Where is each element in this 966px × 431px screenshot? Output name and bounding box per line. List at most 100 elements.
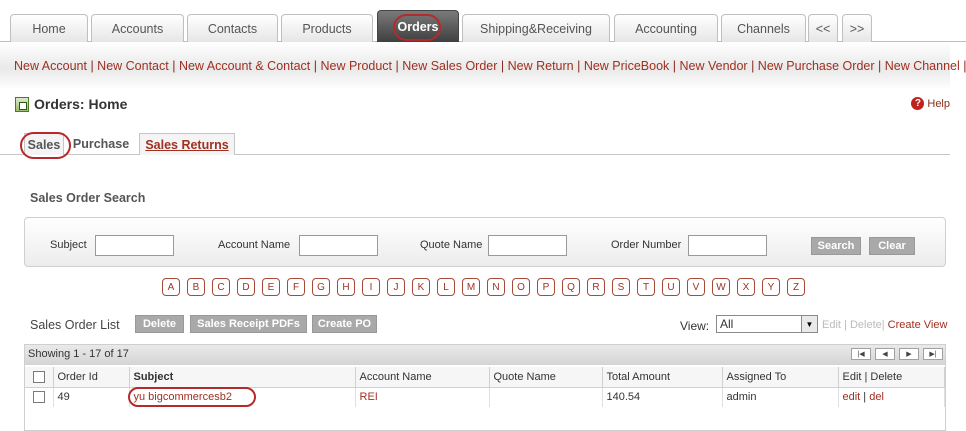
alpha-w[interactable]: W (712, 278, 730, 296)
alpha-a[interactable]: A (162, 278, 180, 296)
alpha-m[interactable]: M (462, 278, 480, 296)
col-assigned-to[interactable]: Assigned To (722, 367, 839, 388)
subtab-purchase[interactable]: Purchase (66, 133, 136, 155)
new-purchase-order-link[interactable]: New Purchase Order (758, 59, 875, 73)
alpha-i[interactable]: I (362, 278, 380, 296)
new-contact-link[interactable]: New Contact (97, 59, 169, 73)
new-vendor-link[interactable]: New Vendor (679, 59, 747, 73)
tab-orders[interactable]: Orders (377, 10, 459, 42)
alpha-y[interactable]: Y (762, 278, 780, 296)
tab-label: Contacts (207, 21, 258, 36)
account-name-input[interactable] (299, 235, 378, 256)
col-account-name[interactable]: Account Name (355, 367, 490, 388)
create-view-link[interactable]: Create View (888, 319, 948, 331)
view-select[interactable]: All ▼ (716, 315, 818, 333)
row-select-cell (25, 387, 54, 407)
tab-products[interactable]: Products (281, 14, 373, 42)
edit-delete-cell: edit | del (838, 387, 945, 407)
row-delete-link[interactable]: del (869, 391, 884, 403)
col-quote-name[interactable]: Quote Name (489, 367, 603, 388)
alpha-t[interactable]: T (637, 278, 655, 296)
clear-button[interactable]: Clear (869, 237, 915, 255)
subtab-sales[interactable]: Sales (24, 133, 64, 155)
alpha-x[interactable]: X (737, 278, 755, 296)
assigned-to-cell: admin (722, 387, 839, 407)
alpha-e[interactable]: E (262, 278, 280, 296)
subtab-label: Purchase (72, 137, 130, 151)
subject-label: Subject (50, 239, 87, 251)
new-account-contact-link[interactable]: New Account & Contact (179, 59, 310, 73)
alpha-l[interactable]: L (437, 278, 455, 296)
alpha-g[interactable]: G (312, 278, 330, 296)
help-link[interactable]: ? Help (911, 97, 950, 110)
quote-name-input[interactable] (488, 235, 567, 256)
tab-scroll-left[interactable]: << (808, 14, 838, 42)
row-checkbox[interactable] (33, 391, 45, 404)
alpha-v[interactable]: V (687, 278, 705, 296)
tab-label: Home (32, 21, 66, 36)
tab-scroll-right[interactable]: >> (842, 14, 872, 42)
select-all-checkbox[interactable] (33, 370, 45, 383)
first-page-icon[interactable]: |◀ (851, 348, 871, 360)
new-channel-link[interactable]: New Channel (885, 59, 960, 73)
quote-name-label: Quote Name (420, 239, 483, 251)
tab-shipping-receiving[interactable]: Shipping&Receiving (462, 14, 610, 42)
order-id-cell: 49 (53, 387, 130, 407)
create-po-button[interactable]: Create PO (312, 315, 377, 333)
alpha-q[interactable]: Q (562, 278, 580, 296)
page-title-text: Orders: Home (34, 96, 128, 112)
search-button[interactable]: Search (811, 237, 861, 255)
alpha-k[interactable]: K (412, 278, 430, 296)
order-number-input[interactable] (688, 235, 767, 256)
tab-channels[interactable]: Channels (721, 14, 806, 42)
alpha-r[interactable]: R (587, 278, 605, 296)
view-label: View: (680, 319, 710, 333)
order-number-label: Order Number (611, 239, 682, 251)
tab-home[interactable]: Home (10, 14, 88, 42)
new-return-link[interactable]: New Return (508, 59, 574, 73)
account-name-label: Account Name (218, 239, 291, 251)
tab-label: Accounts (111, 21, 164, 36)
col-order-id[interactable]: Order Id (53, 367, 130, 388)
alpha-s[interactable]: S (612, 278, 630, 296)
delete-button[interactable]: Delete (135, 315, 184, 333)
col-subject[interactable]: Subject (129, 367, 356, 388)
last-page-icon[interactable]: ▶| (923, 348, 943, 360)
alpha-n[interactable]: N (487, 278, 505, 296)
alpha-c[interactable]: C (212, 278, 230, 296)
tab-accounting[interactable]: Accounting (614, 14, 718, 42)
showing-count: Showing 1 - 17 of 17 (28, 348, 129, 360)
col-total-amount[interactable]: Total Amount (602, 367, 723, 388)
dropdown-arrow-icon: ▼ (801, 316, 817, 332)
alpha-u[interactable]: U (662, 278, 680, 296)
table-header-row: Order Id Subject Account Name Quote Name… (25, 367, 945, 388)
account-link[interactable]: REI (360, 391, 378, 403)
sales-receipt-pdfs-button[interactable]: Sales Receipt PDFs (190, 315, 307, 333)
alpha-z[interactable]: Z (787, 278, 805, 296)
tab-label: Channels (737, 21, 790, 36)
new-pricebook-link[interactable]: New PriceBook (584, 59, 669, 73)
help-label: Help (927, 97, 950, 110)
delete-view-link[interactable]: Delete (850, 319, 882, 331)
prev-page-icon[interactable]: ◀ (875, 348, 895, 360)
edit-view-link[interactable]: Edit (822, 319, 841, 331)
alpha-d[interactable]: D (237, 278, 255, 296)
subtab-sales-returns[interactable]: Sales Returns (139, 133, 235, 155)
tab-label: >> (849, 21, 865, 36)
alpha-j[interactable]: J (387, 278, 405, 296)
new-product-link[interactable]: New Product (320, 59, 392, 73)
subject-input[interactable] (95, 235, 174, 256)
alpha-p[interactable]: P (537, 278, 555, 296)
new-sales-order-link[interactable]: New Sales Order (402, 59, 497, 73)
view-selected-value: All (720, 317, 734, 331)
alpha-b[interactable]: B (187, 278, 205, 296)
alpha-o[interactable]: O (512, 278, 530, 296)
row-edit-link[interactable]: edit (843, 391, 861, 403)
alpha-f[interactable]: F (287, 278, 305, 296)
tab-accounts[interactable]: Accounts (91, 14, 184, 42)
next-page-icon[interactable]: ▶ (899, 348, 919, 360)
tab-contacts[interactable]: Contacts (187, 14, 278, 42)
alpha-h[interactable]: H (337, 278, 355, 296)
new-account-link[interactable]: New Account (14, 59, 87, 73)
view-links: Edit | Delete| Create View (822, 319, 948, 331)
